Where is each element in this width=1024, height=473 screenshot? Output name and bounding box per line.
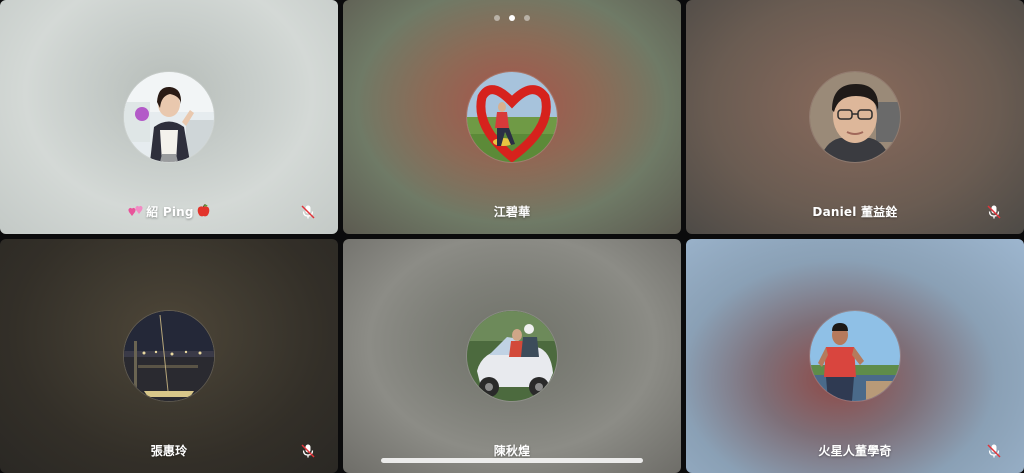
participant-tile-5[interactable]: 火星人董學奇 <box>686 239 1024 473</box>
mic-muted-icon <box>301 444 315 458</box>
page-indicator[interactable] <box>494 14 530 22</box>
participant-tile-0[interactable]: 紹 Ping <box>0 0 338 234</box>
participant-avatar-3 <box>124 311 214 401</box>
page-dot-1[interactable] <box>494 15 500 21</box>
participant-avatar-5 <box>810 311 900 401</box>
participant-tile-2[interactable]: Daniel 董益銓 <box>686 0 1024 234</box>
participant-avatar-4 <box>467 311 557 401</box>
participant-tile-1[interactable]: 江碧華 <box>343 0 681 234</box>
page-dot-2[interactable] <box>509 15 515 21</box>
participant-name-5: 火星人董學奇 <box>818 444 892 458</box>
mic-muted-icon <box>987 205 1001 219</box>
participant-name-2: Daniel 董益銓 <box>812 205 898 219</box>
home-indicator[interactable] <box>381 458 643 463</box>
participant-name-text-0: 紹 Ping <box>146 205 194 219</box>
participant-avatar-0 <box>124 72 214 162</box>
two-hearts-emoji-icon <box>128 205 143 216</box>
red-apple-emoji-icon <box>197 204 210 217</box>
participant-avatar-2 <box>810 72 900 162</box>
participant-name-0: 紹 Ping <box>40 202 298 222</box>
mic-muted-icon <box>301 205 315 219</box>
participant-tile-4[interactable]: 陳秋煌 <box>343 239 681 473</box>
participant-avatar-1 <box>467 72 557 162</box>
page-dot-3[interactable] <box>524 15 530 21</box>
participant-name-3: 張惠玲 <box>150 444 188 458</box>
participant-tile-3[interactable]: 張惠玲 <box>0 239 338 473</box>
mic-muted-icon <box>987 444 1001 458</box>
participant-name-1: 江碧華 <box>493 205 531 219</box>
